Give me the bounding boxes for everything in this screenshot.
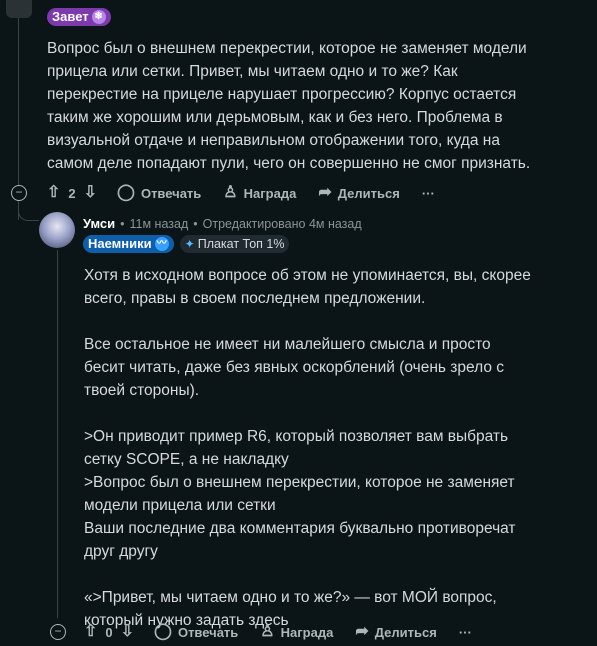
comment-actions: ⇧ 0 ⇩ ◯ Отвечать ♙ Награда ➦ Делиться ··…: [84, 618, 494, 646]
badge-label: Плакат Топ 1%: [197, 237, 285, 251]
avatar[interactable]: [6, 0, 32, 18]
award-label: Награда: [280, 624, 334, 640]
user-flair: Наемники 〰: [83, 235, 174, 253]
award-label: Награда: [243, 185, 297, 201]
share-button[interactable]: ➦ Делиться: [318, 185, 399, 201]
reply-label: Отвечать: [177, 624, 239, 640]
separator-dot: •: [193, 216, 198, 231]
upvote-icon[interactable]: ⇧: [47, 185, 60, 201]
award-button[interactable]: ♙ Награда: [260, 624, 333, 640]
top-poster-badge: ✦ Плакат Топ 1%: [179, 235, 290, 253]
edited-label: Отредактировано 4м назад: [202, 216, 362, 231]
flair-label: Наемники: [88, 236, 152, 251]
downvote-icon[interactable]: ⇩: [84, 185, 97, 201]
thread-curve: [18, 200, 39, 221]
comment-actions: ⇧ 2 ⇩ ◯ Отвечать ♙ Награда ➦ Делиться ··…: [47, 179, 457, 207]
snowflake-icon: ❄: [91, 10, 106, 24]
timestamp[interactable]: 11м назад: [130, 217, 189, 231]
award-icon: ♙: [223, 184, 238, 201]
comment-body: Вопрос был о внешнем перекрестии, которо…: [47, 37, 547, 175]
reply-button[interactable]: ◯ Отвечать: [154, 624, 238, 640]
separator-dot: •: [120, 216, 125, 231]
award-icon: ♙: [260, 623, 275, 640]
vote-group: ⇧ 2 ⇩: [47, 185, 97, 201]
vote-count: 2: [68, 185, 76, 201]
comment-icon: ◯: [154, 623, 172, 640]
more-options-button[interactable]: ···: [422, 186, 435, 201]
vote-group: ⇧ 0 ⇩: [84, 624, 134, 640]
more-icon: ···: [421, 185, 435, 201]
upvote-icon[interactable]: ⇧: [84, 624, 97, 640]
comment-paragraph: Вопрос был о внешнем перекрестии, которо…: [47, 40, 531, 172]
comment-icon: ◯: [117, 184, 135, 201]
comment-header: Умси • 11м назад • Отредактировано 4м на…: [83, 216, 362, 231]
award-button[interactable]: ♙ Награда: [223, 185, 296, 201]
reply-label: Отвечать: [140, 185, 202, 201]
share-label: Делиться: [337, 185, 400, 201]
vote-count: 0: [105, 624, 113, 640]
thread-line-child: [57, 250, 58, 618]
comment-paragraph: Хотя в исходном вопросе об этом не упоми…: [84, 267, 531, 307]
collapse-thread-button[interactable]: −: [50, 624, 66, 640]
share-button[interactable]: ➦ Делиться: [355, 624, 436, 640]
more-icon: ···: [458, 624, 472, 640]
share-icon: ➦: [318, 184, 332, 201]
flair-label: Завет: [52, 9, 89, 24]
more-options-button[interactable]: ···: [459, 625, 472, 640]
comment-body: Хотя в исходном вопросе об этом не упоми…: [84, 264, 534, 632]
reply-button[interactable]: ◯ Отвечать: [117, 185, 201, 201]
collapse-thread-button[interactable]: −: [11, 185, 27, 201]
user-flair: Завет ❄: [47, 8, 111, 26]
username[interactable]: Умси: [83, 216, 115, 231]
flair-row: Наемники 〰 ✦ Плакат Топ 1%: [83, 235, 290, 253]
downvote-icon[interactable]: ⇩: [121, 624, 134, 640]
comment-quote: >Он приводит пример R6, который позволяе…: [84, 428, 509, 468]
share-icon: ➦: [355, 623, 369, 640]
thread-line: [18, 18, 19, 186]
comment-quote: >Вопрос был о внешнем перекрестии, котор…: [84, 474, 515, 514]
wave-icon: 〰: [154, 237, 169, 251]
avatar[interactable]: [39, 212, 75, 248]
share-label: Делиться: [374, 624, 437, 640]
badge-icon: ✦: [184, 237, 195, 251]
comment-paragraph: Все остальное не имеет ни малейшего смыс…: [84, 336, 505, 399]
comment-paragraph: Ваши последние два комментария буквально…: [84, 520, 516, 560]
